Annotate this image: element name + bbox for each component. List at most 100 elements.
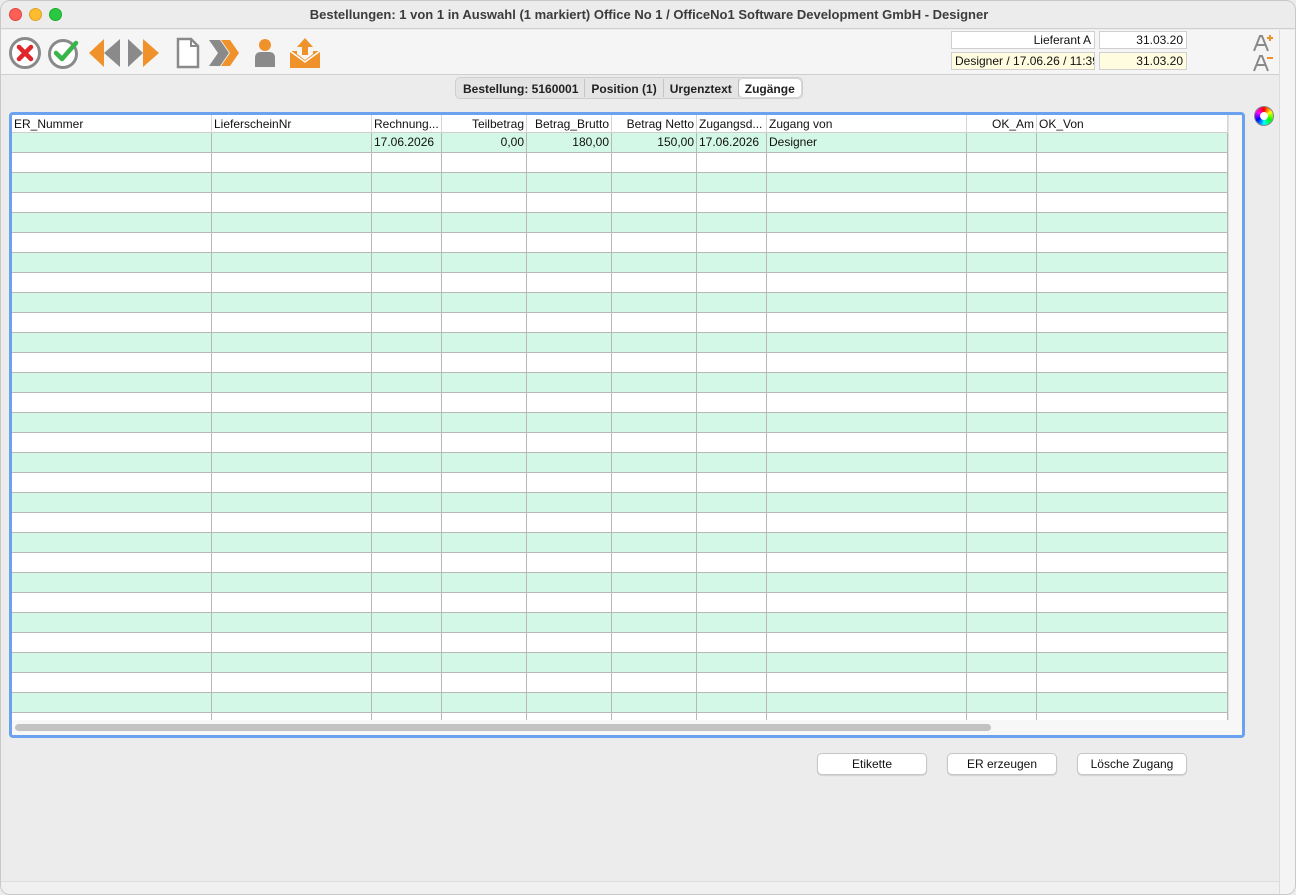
cell-teilbetrag[interactable]	[442, 553, 527, 573]
cell-lieferscheinnr[interactable]	[212, 453, 372, 473]
cell-betrag_netto[interactable]	[612, 213, 697, 233]
cell-ok_am[interactable]	[967, 533, 1037, 553]
cell-ok_von[interactable]	[1037, 253, 1228, 273]
cell-zugangsd[interactable]	[697, 233, 767, 253]
cell-zugang_von[interactable]	[767, 453, 967, 473]
cell-zugang_von[interactable]	[767, 633, 967, 653]
cell-ok_am[interactable]	[967, 673, 1037, 693]
cell-lieferscheinnr[interactable]	[212, 533, 372, 553]
cell-zugang_von[interactable]	[767, 673, 967, 693]
cell-ok_am[interactable]	[967, 453, 1037, 473]
column-header-rechnung[interactable]: Rechnung...	[372, 115, 442, 133]
cell-er_nummer[interactable]	[12, 493, 212, 513]
cell-ok_am[interactable]	[967, 133, 1037, 153]
cell-rechnung[interactable]	[372, 573, 442, 593]
column-header-zugang_von[interactable]: Zugang von	[767, 115, 967, 133]
cell-er_nummer[interactable]	[12, 373, 212, 393]
cell-betrag_netto[interactable]	[612, 713, 697, 720]
cell-ok_am[interactable]	[967, 213, 1037, 233]
cell-zugangsd[interactable]	[697, 353, 767, 373]
table-row[interactable]	[12, 413, 1228, 433]
cell-rechnung[interactable]	[372, 553, 442, 573]
cell-zugangsd[interactable]	[697, 313, 767, 333]
table-row[interactable]: 17.06.2026 0,00 180,00 150,00 17.06.2026 Desi…	[12, 133, 1228, 153]
cell-zugangsd[interactable]	[697, 153, 767, 173]
cell-betrag_netto[interactable]	[612, 293, 697, 313]
cell-er_nummer[interactable]	[12, 213, 212, 233]
cell-lieferscheinnr[interactable]	[212, 333, 372, 353]
cell-ok_am[interactable]	[967, 633, 1037, 653]
table-row[interactable]	[12, 573, 1228, 593]
cell-rechnung[interactable]	[372, 713, 442, 720]
cell-zugangsd[interactable]	[697, 633, 767, 653]
cell-zugang_von[interactable]	[767, 613, 967, 633]
cancel-button[interactable]	[7, 35, 43, 71]
cell-betrag_brutto[interactable]	[527, 253, 612, 273]
cell-ok_von[interactable]	[1037, 393, 1228, 413]
cell-betrag_brutto[interactable]	[527, 633, 612, 653]
cell-zugangsd[interactable]	[697, 213, 767, 233]
table-row[interactable]	[12, 493, 1228, 513]
cell-er_nummer[interactable]	[12, 433, 212, 453]
table-row[interactable]	[12, 593, 1228, 613]
cell-zugang_von[interactable]	[767, 373, 967, 393]
cell-teilbetrag[interactable]	[442, 653, 527, 673]
cell-ok_von[interactable]	[1037, 153, 1228, 173]
cell-teilbetrag[interactable]: 0,00	[442, 133, 527, 153]
cell-rechnung[interactable]	[372, 673, 442, 693]
cell-betrag_netto[interactable]	[612, 233, 697, 253]
cell-rechnung[interactable]	[372, 513, 442, 533]
table-row[interactable]	[12, 473, 1228, 493]
cell-zugangsd[interactable]: 17.06.2026	[697, 133, 767, 153]
cell-betrag_netto[interactable]	[612, 493, 697, 513]
cell-zugangsd[interactable]	[697, 553, 767, 573]
cell-ok_am[interactable]	[967, 173, 1037, 193]
cell-er_nummer[interactable]	[12, 653, 212, 673]
cell-er_nummer[interactable]	[12, 413, 212, 433]
color-wheel-icon[interactable]	[1254, 106, 1274, 126]
cell-lieferscheinnr[interactable]	[212, 213, 372, 233]
cell-zugang_von[interactable]	[767, 593, 967, 613]
table-row[interactable]	[12, 633, 1228, 653]
cell-betrag_brutto[interactable]	[527, 173, 612, 193]
cell-zugang_von[interactable]	[767, 533, 967, 553]
cell-betrag_brutto[interactable]: 180,00	[527, 133, 612, 153]
cell-rechnung[interactable]	[372, 333, 442, 353]
cell-rechnung[interactable]	[372, 473, 442, 493]
cell-er_nummer[interactable]	[12, 673, 212, 693]
cell-lieferscheinnr[interactable]	[212, 673, 372, 693]
confirm-button[interactable]	[46, 35, 82, 71]
cell-ok_von[interactable]	[1037, 233, 1228, 253]
tab-zugaenge[interactable]: Zugänge	[738, 79, 801, 97]
cell-zugangsd[interactable]	[697, 193, 767, 213]
cell-lieferscheinnr[interactable]	[212, 273, 372, 293]
cell-zugangsd[interactable]	[697, 393, 767, 413]
cell-ok_am[interactable]	[967, 373, 1037, 393]
cell-er_nummer[interactable]	[12, 713, 212, 720]
cell-betrag_netto[interactable]	[612, 273, 697, 293]
cell-rechnung[interactable]	[372, 253, 442, 273]
cell-ok_am[interactable]	[967, 193, 1037, 213]
cell-ok_von[interactable]	[1037, 573, 1228, 593]
cell-rechnung[interactable]	[372, 633, 442, 653]
cell-ok_am[interactable]	[967, 353, 1037, 373]
cell-rechnung[interactable]	[372, 193, 442, 213]
cell-betrag_brutto[interactable]	[527, 413, 612, 433]
cell-er_nummer[interactable]	[12, 473, 212, 493]
etikette-button[interactable]: Etikette	[817, 753, 927, 775]
cell-zugang_von[interactable]	[767, 713, 967, 720]
cell-zugang_von[interactable]	[767, 413, 967, 433]
cell-betrag_brutto[interactable]	[527, 233, 612, 253]
cell-betrag_brutto[interactable]	[527, 193, 612, 213]
horizontal-scrollbar[interactable]	[12, 720, 1242, 735]
cell-ok_von[interactable]	[1037, 173, 1228, 193]
cell-zugangsd[interactable]	[697, 593, 767, 613]
cell-ok_von[interactable]	[1037, 473, 1228, 493]
cell-er_nummer[interactable]	[12, 593, 212, 613]
cell-er_nummer[interactable]	[12, 533, 212, 553]
cell-ok_am[interactable]	[967, 413, 1037, 433]
cell-betrag_brutto[interactable]	[527, 333, 612, 353]
cell-rechnung[interactable]	[372, 493, 442, 513]
cell-betrag_netto[interactable]	[612, 393, 697, 413]
cell-betrag_brutto[interactable]	[527, 453, 612, 473]
